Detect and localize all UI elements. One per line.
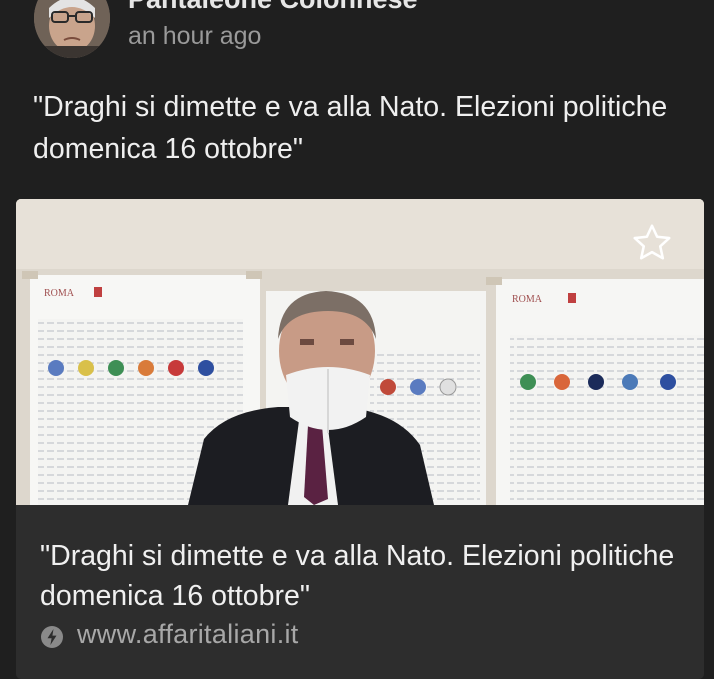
article-image: ROMA ROMA [16,199,704,505]
star-outline-icon [633,224,671,260]
source-url[interactable]: www.affaritaliani.it [77,619,299,650]
card-title[interactable]: "Draghi si dimette e va alla Nato. Elezi… [40,536,680,616]
roma-sign-left: ROMA [44,288,75,299]
roma-sign-right: ROMA [512,294,543,305]
author-name[interactable]: Pantaleone Colonnese [128,0,418,15]
link-preview-card[interactable]: ROMA ROMA "Draghi si dimette e va alla N… [16,199,704,679]
avatar-image [34,0,110,58]
lightning-bolt-icon [41,626,63,648]
post-timestamp: an hour ago [128,22,262,50]
favorite-button[interactable] [630,221,674,265]
avatar[interactable] [34,0,110,58]
post-header: Pantaleone Colonnese an hour ago [0,0,714,70]
post-text: "Draghi si dimette e va alla Nato. Elezi… [33,91,668,165]
